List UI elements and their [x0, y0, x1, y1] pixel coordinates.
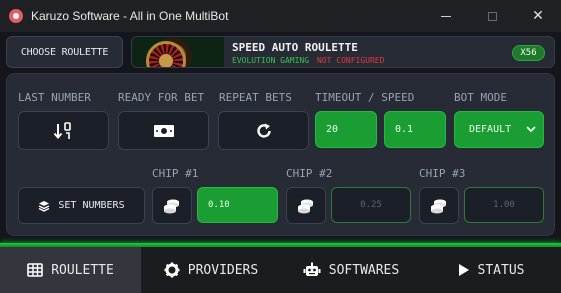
- config-status: NOT CONFIGURED: [317, 56, 385, 65]
- chip3-button[interactable]: [419, 187, 459, 224]
- set-numbers-button[interactable]: SET NUMBERS: [18, 187, 145, 224]
- title-bar: Karuzo Software - All in One MultiBot ✕: [0, 0, 561, 32]
- set-numbers-label: SET NUMBERS: [58, 200, 125, 211]
- bot-mode-label: BOT MODE: [454, 91, 507, 104]
- ready-for-bet-button[interactable]: [118, 111, 209, 150]
- maximize-button[interactable]: [469, 0, 515, 32]
- tab-softwares-label: SOFTWARES: [328, 262, 400, 278]
- chip1-button[interactable]: [152, 187, 192, 224]
- window-title: Karuzo Software - All in One MultiBot: [31, 9, 229, 23]
- roulette-thumbnail: [132, 37, 224, 67]
- bot-mode-value: DEFAULT: [469, 124, 512, 135]
- app-logo-icon: [9, 9, 23, 23]
- tab-status-label: STATUS: [477, 262, 525, 278]
- refresh-icon: [256, 123, 271, 138]
- provider-name: EVOLUTION GAMING: [232, 56, 310, 65]
- ready-for-bet-label: READY FOR BET: [118, 91, 205, 104]
- tab-softwares[interactable]: SOFTWARES: [281, 247, 421, 293]
- close-icon: ✕: [532, 8, 544, 24]
- coins-icon: [431, 199, 446, 213]
- choose-roulette-button[interactable]: CHOOSE ROULETTE: [6, 36, 123, 68]
- chip1-label: CHIP #1: [152, 167, 199, 180]
- play-icon: [458, 264, 469, 276]
- tab-status[interactable]: STATUS: [421, 247, 561, 293]
- control-panel: LAST NUMBER READY FOR BET REPEAT BETS TI…: [6, 73, 555, 236]
- tab-providers[interactable]: PROVIDERS: [141, 247, 281, 293]
- tab-roulette-label: ROULETTE: [51, 262, 114, 278]
- minimize-button[interactable]: [423, 0, 469, 32]
- maximize-icon: [487, 11, 497, 21]
- close-button[interactable]: ✕: [515, 0, 561, 32]
- chevron-down-icon: [526, 126, 536, 133]
- robot-icon: [303, 262, 321, 276]
- bot-mode-select[interactable]: DEFAULT: [454, 111, 544, 148]
- coins-icon: [164, 199, 179, 213]
- money-bill-icon: [153, 124, 174, 137]
- timeout-speed-label: TIMEOUT / SPEED: [315, 91, 415, 104]
- roulette-info-panel: SPEED AUTO ROULETTE EVOLUTION GAMING NOT…: [131, 36, 555, 68]
- chip1-value-input[interactable]: 0.10: [197, 187, 278, 223]
- tab-providers-label: PROVIDERS: [187, 262, 259, 278]
- table-icon: [27, 263, 43, 277]
- last-number-label: LAST NUMBER: [18, 91, 91, 104]
- repeat-bets-button[interactable]: [218, 111, 309, 150]
- multiplier-badge: X56: [512, 45, 545, 61]
- chip3-label: CHIP #3: [419, 167, 466, 180]
- chip2-label: CHIP #2: [286, 167, 333, 180]
- chip2-button[interactable]: [286, 187, 326, 224]
- minimize-icon: [441, 15, 451, 17]
- chip3-value-input[interactable]: 1.00: [464, 187, 544, 223]
- game-name: SPEED AUTO ROULETTE: [232, 41, 358, 54]
- chip2-value-input[interactable]: 0.25: [331, 187, 411, 223]
- tab-roulette[interactable]: ROULETTE: [0, 247, 141, 293]
- timeout-input[interactable]: 20: [315, 111, 377, 148]
- layers-icon: [39, 200, 50, 212]
- bottom-tab-bar: ROULETTE PROVIDERS SOFTWARES STATUS: [0, 247, 561, 293]
- speed-input[interactable]: 0.1: [384, 111, 446, 148]
- coins-icon: [298, 199, 313, 213]
- last-number-button[interactable]: [18, 111, 109, 150]
- gear-icon: [164, 262, 180, 278]
- sort-numeric-icon: [53, 121, 71, 139]
- repeat-bets-label: REPEAT BETS: [219, 91, 292, 104]
